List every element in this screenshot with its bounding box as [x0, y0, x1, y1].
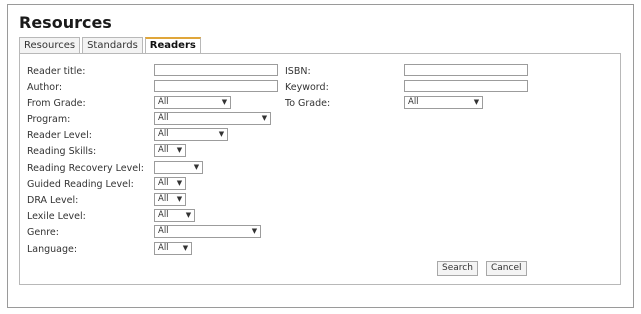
dra-level-select[interactable]: All ▼ — [154, 193, 186, 206]
language-label: Language: — [27, 244, 78, 255]
chevron-down-icon: ▼ — [176, 146, 183, 154]
to-grade-select[interactable]: All ▼ — [404, 96, 483, 109]
reading-skills-value: All — [158, 145, 169, 155]
guided-reading-level-value: All — [158, 178, 169, 188]
from-grade-label: From Grade: — [27, 98, 86, 109]
language-value: All — [158, 243, 169, 253]
dra-level-value: All — [158, 194, 169, 204]
genre-value: All — [158, 226, 169, 236]
chevron-down-icon: ▼ — [185, 211, 192, 219]
reader-level-value: All — [158, 129, 169, 139]
tab-standards[interactable]: Standards — [82, 37, 143, 53]
guided-reading-level-select[interactable]: All ▼ — [154, 177, 186, 190]
language-select[interactable]: All ▼ — [154, 242, 192, 255]
genre-select[interactable]: All ▼ — [154, 225, 261, 238]
chevron-down-icon: ▼ — [176, 179, 183, 187]
genre-label: Genre: — [27, 227, 59, 238]
chevron-down-icon: ▼ — [251, 227, 258, 235]
tab-resources[interactable]: Resources — [19, 37, 81, 53]
chevron-down-icon: ▼ — [221, 98, 228, 106]
guided-reading-level-label: Guided Reading Level: — [27, 179, 134, 190]
reader-level-select[interactable]: All ▼ — [154, 128, 228, 141]
to-grade-label: To Grade: — [285, 98, 331, 109]
reading-skills-select[interactable]: All ▼ — [154, 144, 186, 157]
author-input[interactable] — [154, 80, 278, 92]
keyword-input[interactable] — [404, 80, 528, 92]
isbn-label: ISBN: — [285, 66, 311, 77]
chevron-down-icon: ▼ — [218, 130, 225, 138]
reader-title-label: Reader title: — [27, 66, 86, 77]
from-grade-value: All — [158, 97, 169, 107]
reader-title-input[interactable] — [154, 64, 278, 76]
lexile-level-label: Lexile Level: — [27, 211, 86, 222]
from-grade-select[interactable]: All ▼ — [154, 96, 231, 109]
cancel-button[interactable]: Cancel — [486, 261, 527, 276]
dra-level-label: DRA Level: — [27, 195, 79, 206]
search-button[interactable]: Search — [437, 261, 478, 276]
reader-level-label: Reader Level: — [27, 130, 92, 141]
lexile-level-value: All — [158, 210, 169, 220]
to-grade-value: All — [408, 97, 419, 107]
program-select[interactable]: All ▼ — [154, 112, 271, 125]
chevron-down-icon: ▼ — [176, 195, 183, 203]
reading-recovery-level-select[interactable]: ▼ — [154, 161, 203, 174]
lexile-level-select[interactable]: All ▼ — [154, 209, 195, 222]
reading-recovery-level-label: Reading Recovery Level: — [27, 163, 144, 174]
program-value: All — [158, 113, 169, 123]
chevron-down-icon: ▼ — [193, 163, 200, 171]
page-title: Resources — [19, 13, 112, 32]
isbn-input[interactable] — [404, 64, 528, 76]
chevron-down-icon: ▼ — [473, 98, 480, 106]
keyword-label: Keyword: — [285, 82, 329, 93]
author-label: Author: — [27, 82, 63, 93]
tab-readers[interactable]: Readers — [144, 37, 201, 54]
reading-skills-label: Reading Skills: — [27, 146, 97, 157]
chevron-down-icon: ▼ — [182, 244, 189, 252]
chevron-down-icon: ▼ — [261, 114, 268, 122]
tab-bar: Resources Standards Readers — [19, 37, 203, 54]
program-label: Program: — [27, 114, 71, 125]
